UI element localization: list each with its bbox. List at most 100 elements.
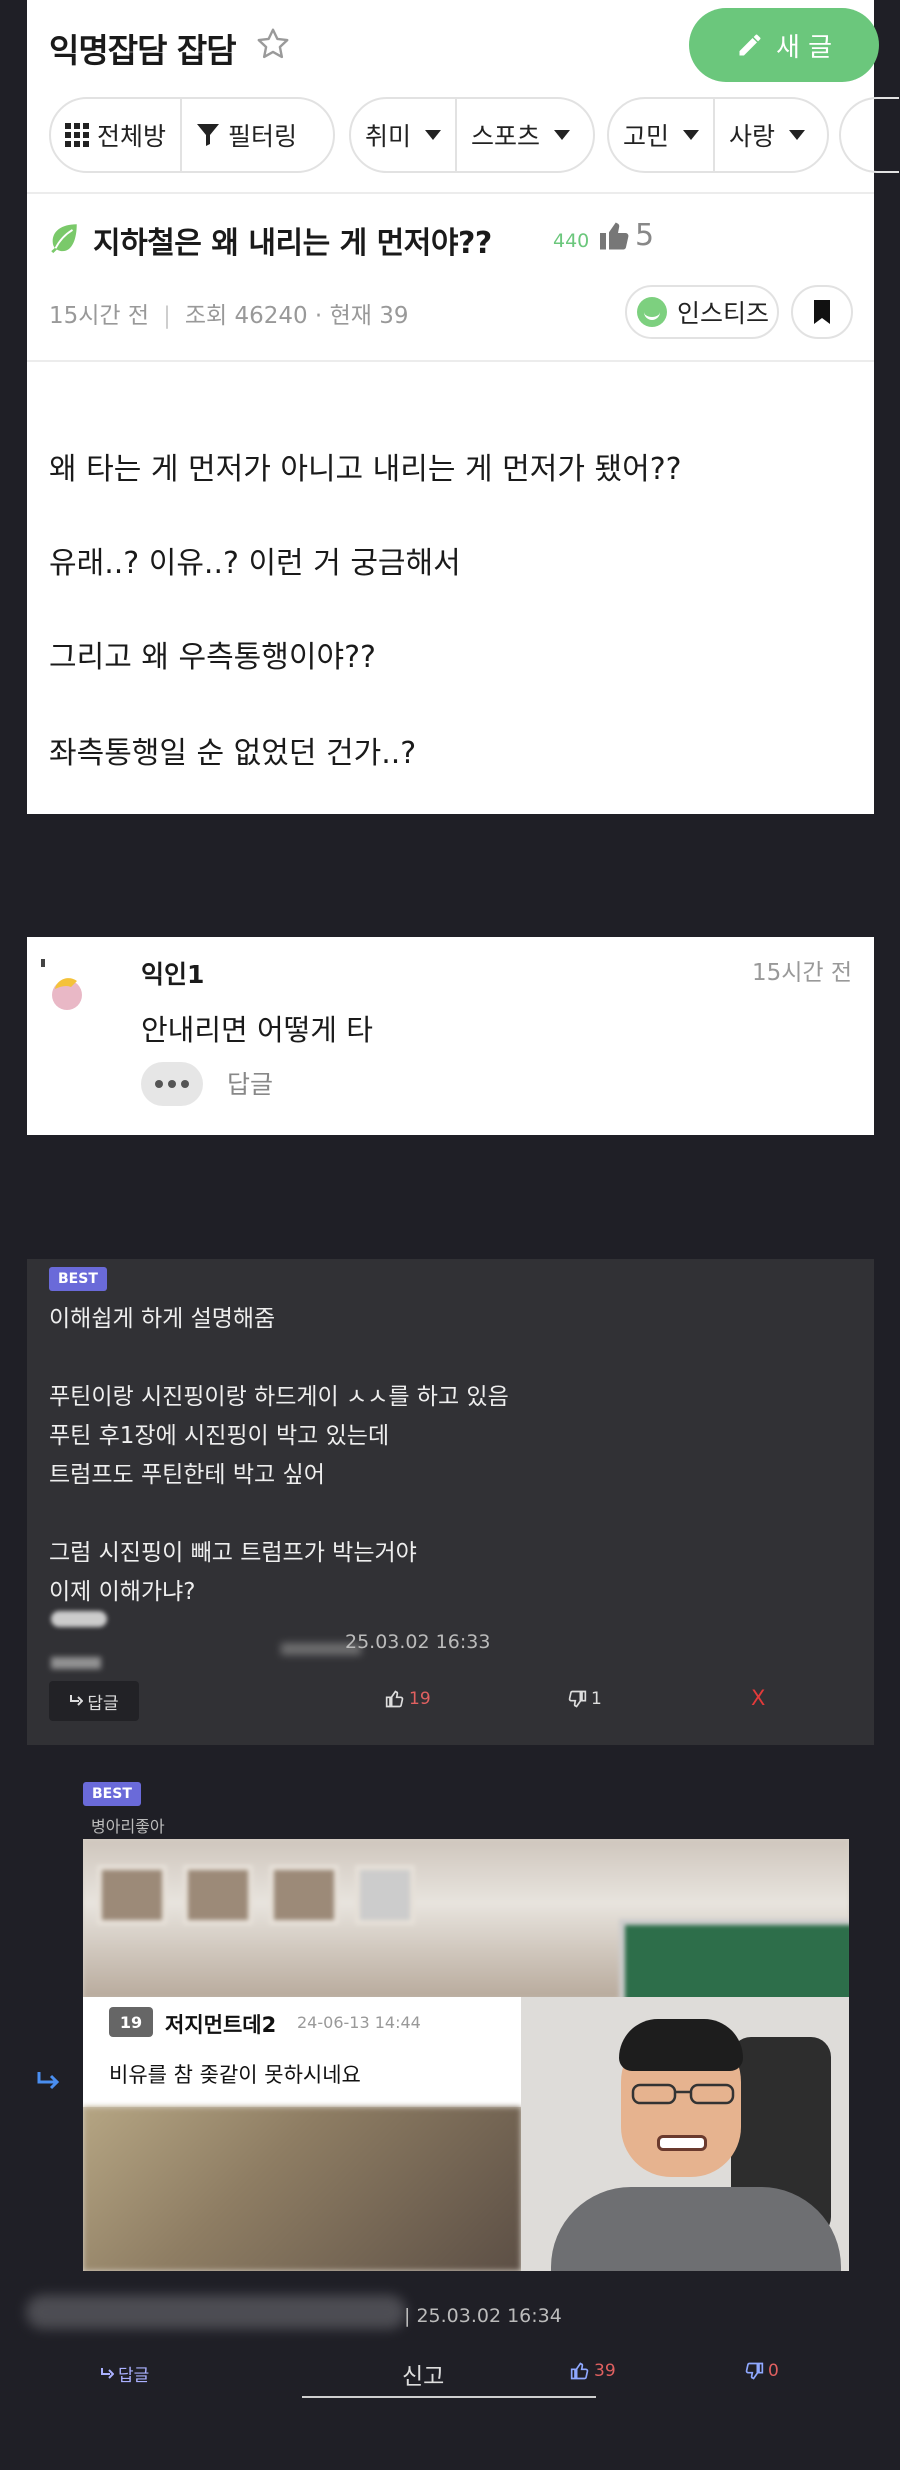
author-chip-label: 인스티즈 <box>677 299 770 328</box>
love-dropdown[interactable]: 사랑 <box>713 99 819 171</box>
person-mouth <box>657 2135 707 2151</box>
best-comment-card: BEST 이해쉽게 하게 설명해줌 푸틴이랑 시진핑이랑 하드게이 ㅅㅅ를 하고… <box>27 1259 874 1745</box>
more-options-button[interactable] <box>141 1062 203 1106</box>
reply-arrow-icon <box>70 1695 84 1706</box>
best-comment-line: 푸틴 후1장에 시진핑이 박고 있는데 <box>49 1423 390 1449</box>
sports-label: 스포츠 <box>471 122 541 151</box>
avatar <box>41 959 82 1010</box>
title-view-count: 440 <box>553 230 590 252</box>
post-meta: 15시간 전 | 조회 46240 · 현재 39 <box>49 296 408 330</box>
more-dot <box>181 1080 189 1088</box>
window-shape <box>355 1865 415 1925</box>
meme-comment-card: 19 저지먼트데2 24-06-13 14:44 비유를 참 좆같이 못하시네요 <box>83 1997 521 2107</box>
blurred-region <box>51 1657 101 1669</box>
divider <box>27 360 874 362</box>
more-dot <box>155 1080 163 1088</box>
meme-comment-date: 24-06-13 14:44 <box>297 2013 421 2032</box>
category-group-1: 취미 스포츠 <box>349 97 595 173</box>
reply-button[interactable]: 답글 <box>227 1065 273 1101</box>
post-body-line: 왜 타는 게 먼저가 아니고 내리는 게 먼저가 됐어?? <box>49 452 682 487</box>
reply-button[interactable]: 답글 <box>49 1681 139 1721</box>
thumbs-up-icon[interactable] <box>597 218 633 254</box>
filtering-label: 필터링 <box>228 122 298 151</box>
best-comment-line: 트럼프도 푸틴한테 박고 싶어 <box>49 1462 325 1488</box>
window-shape <box>269 1865 339 1925</box>
funnel-icon <box>197 124 220 146</box>
report-button[interactable]: 신고 <box>402 2357 444 2391</box>
post-views: 조회 46240 <box>184 303 308 329</box>
reply-author: 병아리좋아 <box>91 1817 165 1836</box>
more-categories-pill[interactable] <box>839 97 899 173</box>
reply-button[interactable]: 답글 <box>100 2361 149 2386</box>
comment-author: 익인1 <box>141 960 205 989</box>
filtering-button[interactable]: 필터링 <box>180 99 311 171</box>
post-title: 지하철은 왜 내리는 게 먼저야?? <box>93 226 492 261</box>
best-comment-line: 이제 이해가냐? <box>49 1579 196 1605</box>
window-shape <box>183 1865 253 1925</box>
reply-datetime: | 25.03.02 16:34 <box>404 2305 562 2327</box>
age-rating-icon: 19 <box>109 2007 153 2037</box>
dislike-button[interactable]: 0 <box>744 2361 779 2381</box>
board-title: 익명잡담 잡담 <box>49 31 237 70</box>
post-body-line: 그리고 왜 우측통행이야?? <box>49 640 376 675</box>
leaf-icon <box>51 224 77 254</box>
love-label: 사랑 <box>729 122 776 151</box>
glasses-icon <box>631 2083 735 2105</box>
blurred-region <box>26 2295 406 2329</box>
more-dot <box>168 1080 176 1088</box>
hobby-dropdown[interactable]: 취미 <box>351 99 455 171</box>
post-body-line: 좌측통행일 순 없었던 건가..? <box>49 736 417 771</box>
reply-arrow-icon <box>101 2367 114 2379</box>
reply-arrow-icon <box>37 2072 60 2090</box>
dislike-count: 1 <box>591 1689 602 1709</box>
worry-dropdown[interactable]: 고민 <box>609 99 713 171</box>
divider <box>27 192 874 194</box>
all-rooms-button[interactable]: 전체방 <box>51 99 180 171</box>
new-post-label: 새 글 <box>775 32 833 63</box>
thumbs-up-icon <box>385 1690 404 1708</box>
person-body <box>551 2187 841 2271</box>
comment-datetime: 25.03.02 16:33 <box>345 1631 491 1653</box>
reply-label: 답글 <box>87 1693 119 1714</box>
post-body-line: 유래..? 이유..? 이런 거 궁금해서 <box>49 546 461 581</box>
sports-dropdown[interactable]: 스포츠 <box>455 99 584 171</box>
all-rooms-label: 전체방 <box>97 122 167 151</box>
comment-text: 안내리면 어떻게 타 <box>141 1013 373 1047</box>
star-icon[interactable] <box>255 26 291 62</box>
blurred-region <box>51 1611 107 1627</box>
bookmark-icon <box>814 300 830 324</box>
new-post-button[interactable]: 새 글 <box>689 8 879 82</box>
chalkboard-shape <box>619 1919 849 2009</box>
best-comment-line: 그럼 시진핑이 빼고 트럼프가 박는거야 <box>49 1540 417 1566</box>
window-shape <box>97 1865 167 1925</box>
dislike-button[interactable]: 1 <box>567 1689 602 1709</box>
post-time: 15시간 전 <box>49 303 150 329</box>
dislike-count: 0 <box>768 2361 779 2381</box>
comment-time: 15시간 전 <box>751 960 852 986</box>
thumbs-down-icon <box>568 1690 587 1708</box>
like-button[interactable]: 19 <box>385 1689 431 1709</box>
smile-icon <box>637 297 667 327</box>
report-underline <box>302 2396 596 2398</box>
caret-down-icon <box>683 130 700 140</box>
caret-down-icon <box>789 130 806 140</box>
meta-dot: · <box>307 303 330 329</box>
caret-down-icon <box>554 130 571 140</box>
like-count: 5 <box>635 218 655 253</box>
grid-icon <box>65 123 89 147</box>
best-badge: BEST <box>83 1782 141 1806</box>
worry-label: 고민 <box>623 122 670 151</box>
close-button[interactable]: X <box>751 1686 765 1710</box>
desks-background <box>83 2107 521 2271</box>
meta-separator: | <box>163 303 171 329</box>
like-count: 39 <box>594 2361 616 2381</box>
like-button[interactable]: 39 <box>570 2361 616 2381</box>
bookmark-button[interactable] <box>791 285 853 339</box>
meme-image: 19 저지먼트데2 24-06-13 14:44 비유를 참 좆같이 못하시네요 <box>83 1839 849 2271</box>
meme-comment-text: 비유를 참 좆같이 못하시네요 <box>109 2063 361 2087</box>
meme-comment-author: 저지먼트데2 <box>165 2013 277 2037</box>
category-group-2: 고민 사랑 <box>607 97 829 173</box>
room-filter-group: 전체방 필터링 <box>49 97 335 173</box>
thumbs-up-icon <box>570 2362 589 2380</box>
author-chip[interactable]: 인스티즈 <box>625 285 779 339</box>
